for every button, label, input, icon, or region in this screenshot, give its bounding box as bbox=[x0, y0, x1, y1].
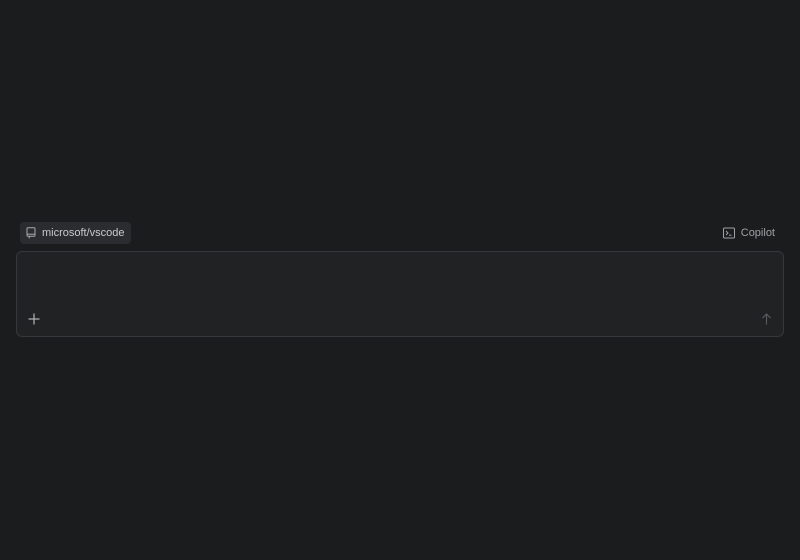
agent-selector[interactable]: Copilot bbox=[722, 222, 775, 244]
send-button[interactable] bbox=[757, 310, 775, 328]
plus-icon bbox=[28, 313, 40, 325]
chat-composer bbox=[16, 251, 784, 337]
agent-label: Copilot bbox=[740, 227, 775, 239]
add-context-button[interactable] bbox=[25, 310, 43, 328]
terminal-icon bbox=[722, 227, 735, 239]
repo-icon bbox=[26, 227, 36, 239]
chat-input[interactable] bbox=[27, 260, 773, 306]
arrow-up-icon bbox=[761, 313, 772, 325]
repository-label: microsoft/vscode bbox=[42, 227, 125, 239]
repository-chip[interactable]: microsoft/vscode bbox=[20, 222, 131, 244]
context-row: microsoft/vscode Copilot bbox=[16, 222, 784, 244]
chat-page: microsoft/vscode Copilot bbox=[0, 0, 800, 560]
